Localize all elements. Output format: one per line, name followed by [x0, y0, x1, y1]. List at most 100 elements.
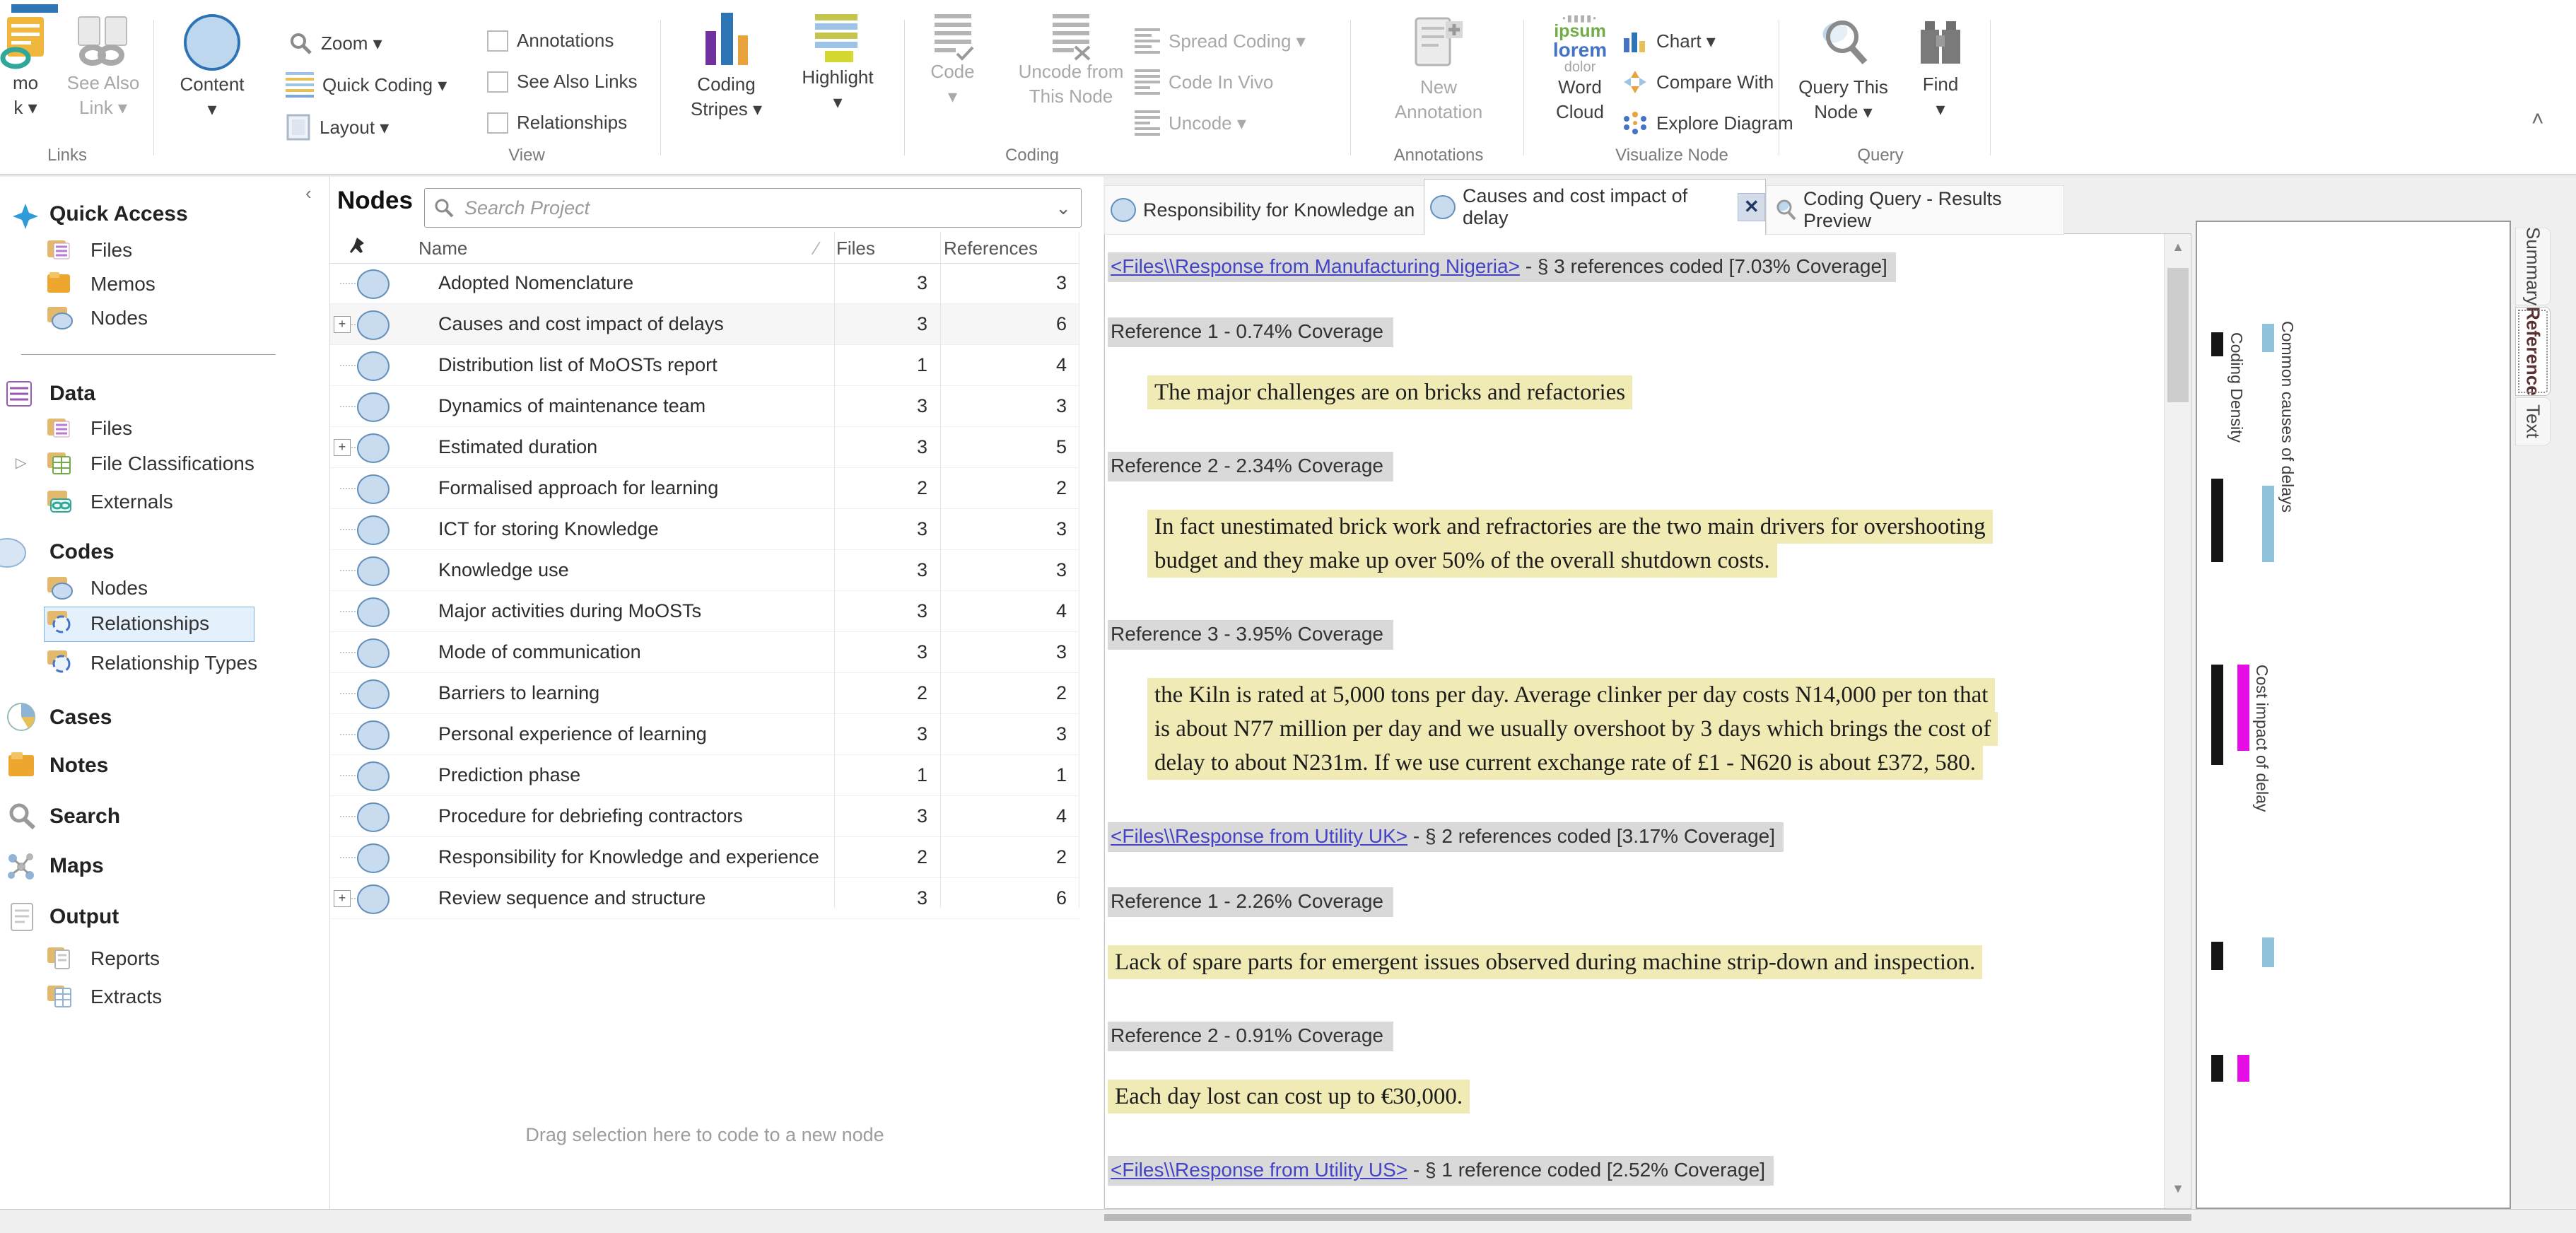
highlighted-quote-line[interactable]: Lack of spare parts for emergent issues … — [1108, 945, 1982, 979]
coding-stripe-common[interactable] — [2262, 324, 2274, 352]
tab-causes-and-cost-impact[interactable]: Causes and cost impact of delay ✕ — [1424, 179, 1766, 235]
sidebar-item-relationship-types[interactable]: Relationship Types — [90, 652, 257, 674]
node-row-6[interactable]: + Formalised approach for learning 2 2 — [330, 468, 1079, 509]
sidebar-collapse-button[interactable]: ‹ — [305, 182, 312, 204]
highlighted-quote-line[interactable]: In fact unestimated brick work and refra… — [1147, 510, 1993, 544]
collapse-ribbon-button[interactable]: ˄ — [2531, 107, 2544, 132]
node-row-16[interactable]: + Review sequence and structure 3 6 — [330, 878, 1079, 919]
coding-stripe-common[interactable] — [2262, 486, 2274, 562]
sidebar-item-reports[interactable]: Reports — [90, 947, 160, 970]
sidebar-item-codes-nodes[interactable]: Nodes — [90, 577, 148, 600]
compare-with-button[interactable]: Compare With — [1622, 69, 1774, 95]
highlighted-quote-line[interactable]: The major challenges are on bricks and r… — [1147, 375, 1632, 409]
coding-stripe-density[interactable] — [2211, 665, 2223, 765]
node-row-5[interactable]: + Estimated duration 3 5 — [330, 427, 1079, 468]
coding-stripe-density[interactable] — [2211, 479, 2223, 562]
explore-diagram-button[interactable]: Explore Diagram — [1622, 110, 1793, 136]
search-dropdown-chevron-icon[interactable]: ⌄ — [1055, 197, 1071, 219]
tab-coding-query-results[interactable]: Coding Query - Results Preview — [1766, 185, 2064, 235]
chart-menu[interactable]: Chart ▾ — [1622, 28, 1716, 54]
side-tab-text[interactable]: Text — [2515, 397, 2551, 445]
relationships-checkbox[interactable] — [487, 112, 508, 134]
layout-menu[interactable]: Layout ▾ — [286, 113, 389, 141]
highlighted-quote-line[interactable]: delay to about N231m. If we use current … — [1147, 746, 1983, 780]
scrollbar-thumb[interactable] — [2167, 268, 2189, 402]
file-header-link[interactable]: <Files\\Response from Manufacturing Nige… — [1111, 255, 1520, 277]
expand-plus-icon[interactable]: + — [334, 316, 351, 333]
sidebar-item-extracts[interactable]: Extracts — [90, 986, 162, 1008]
sidebar-item-relationships[interactable]: Relationships — [90, 612, 209, 635]
zoom-menu[interactable]: Zoom ▾ — [288, 31, 382, 55]
node-row-11[interactable]: + Barriers to learning 2 2 — [330, 673, 1079, 714]
node-row-10[interactable]: + Mode of communication 3 3 — [330, 632, 1079, 673]
expand-plus-icon[interactable]: + — [334, 439, 351, 456]
see-also-link-button[interactable]: See Also Link ▾ — [61, 14, 146, 119]
spread-coding-menu[interactable]: Spread Coding ▾ — [1135, 28, 1306, 54]
file-header-link[interactable]: <Files\\Response from Utility UK> — [1111, 825, 1407, 847]
node-row-15[interactable]: + Responsibility for Knowledge and exper… — [330, 837, 1079, 878]
node-row-9[interactable]: + Major activities during MoOSTs 3 4 — [330, 591, 1079, 632]
scroll-up-icon[interactable]: ▲ — [2165, 240, 2191, 255]
content-button[interactable]: Content ▾ — [173, 14, 251, 120]
uncode-from-this-node-button[interactable]: Uncode from This Node — [1014, 14, 1128, 107]
coding-stripe-cost[interactable] — [2237, 665, 2249, 751]
side-tab-reference[interactable]: Reference — [2515, 307, 2551, 396]
coding-stripe-density[interactable] — [2211, 942, 2223, 970]
node-row-13[interactable]: + Prediction phase 1 1 — [330, 755, 1079, 796]
node-row-7[interactable]: + ICT for storing Knowledge 3 3 — [330, 509, 1079, 550]
close-tab-icon[interactable]: ✕ — [1738, 193, 1765, 221]
highlighted-quote-line[interactable]: is about N77 million per day and we usua… — [1147, 712, 1998, 746]
memo-link-button[interactable]: mo k ▾ — [0, 14, 61, 119]
sidebar-section-notes[interactable]: Notes — [49, 754, 108, 778]
file-header-link[interactable]: <Files\\Response from Utility US> — [1111, 1159, 1407, 1181]
new-annotation-button[interactable]: New Annotation — [1396, 14, 1481, 123]
column-header-name[interactable]: Name — [418, 238, 467, 259]
node-row-2[interactable]: + Causes and cost impact of delays 3 6 — [330, 304, 1079, 345]
nodes-column-header[interactable]: Name ∕ Files References — [330, 232, 1079, 264]
query-this-node-button[interactable]: Query This Node ▾ — [1799, 14, 1887, 123]
quick-coding-menu[interactable]: Quick Coding ▾ — [286, 72, 447, 98]
node-row-4[interactable]: + Dynamics of maintenance team 3 3 — [330, 386, 1079, 427]
annotations-checkbox[interactable] — [487, 30, 508, 52]
coding-query-document[interactable]: <Files\\Response from Manufacturing Nige… — [1104, 233, 2191, 1209]
word-cloud-button[interactable]: •▮▮▮▮• ipsum lorem dolor Word Cloud — [1545, 14, 1615, 123]
see-also-links-checkbox[interactable] — [487, 71, 508, 93]
sidebar-item-file-classifications[interactable]: File Classifications — [90, 452, 254, 475]
highlighted-quote-line[interactable]: budget and they make up over 50% of the … — [1147, 544, 1777, 578]
coding-stripe-common[interactable] — [2262, 937, 2274, 967]
sidebar-section-output[interactable]: Output — [49, 905, 119, 929]
coding-stripe-cost[interactable] — [2237, 1055, 2249, 1082]
coding-stripe-density[interactable] — [2211, 1055, 2223, 1082]
sidebar-item-quick-memos[interactable]: Memos — [90, 273, 156, 296]
code-in-vivo-button[interactable]: Code In Vivo — [1135, 69, 1273, 95]
scroll-down-icon[interactable]: ▼ — [2165, 1181, 2191, 1196]
highlighted-quote-line[interactable]: the Kiln is rated at 5,000 tons per day.… — [1147, 678, 1995, 712]
tab-responsibility-for-knowledge[interactable]: Responsibility for Knowledge an — [1104, 185, 1425, 235]
sidebar-section-maps[interactable]: Maps — [49, 854, 104, 878]
find-button[interactable]: Find ▾ — [1909, 14, 1972, 120]
highlight-button[interactable]: Highlight ▾ — [802, 14, 873, 113]
search-input[interactable]: Search Project ⌄ — [424, 188, 1082, 228]
sidebar-section-quick-access[interactable]: Quick Access — [49, 202, 188, 226]
highlighted-quote-line[interactable]: Each day lost can cost up to €30,000. — [1108, 1080, 1470, 1114]
document-scrollbar[interactable]: ▲ ▼ — [2164, 234, 2191, 1208]
column-header-references[interactable]: References — [944, 238, 1038, 259]
sidebar-item-data-files[interactable]: Files — [90, 417, 132, 440]
code-button[interactable]: Code ▾ — [923, 14, 983, 107]
uncode-menu[interactable]: Uncode ▾ — [1135, 110, 1246, 136]
file-classifications-expander-icon[interactable]: ▷ — [16, 454, 26, 472]
column-header-files[interactable]: Files — [836, 238, 875, 259]
sidebar-section-cases[interactable]: Cases — [49, 706, 112, 730]
sidebar-item-externals[interactable]: Externals — [90, 491, 173, 513]
sidebar-item-quick-files[interactable]: Files — [90, 239, 132, 262]
node-row-14[interactable]: + Procedure for debriefing contractors 3… — [330, 796, 1079, 837]
side-tab-summary[interactable]: Summary — [2515, 228, 2551, 305]
sidebar-section-codes[interactable]: Codes — [49, 540, 115, 564]
sidebar-section-search[interactable]: Search — [49, 805, 120, 829]
coding-stripe-density[interactable] — [2211, 332, 2223, 356]
sidebar-item-quick-nodes[interactable]: Nodes — [90, 307, 148, 329]
node-row-1[interactable]: + Adopted Nomenclature 3 3 — [330, 263, 1079, 304]
node-row-3[interactable]: + Distribution list of MoOSTs report 1 4 — [330, 345, 1079, 386]
coding-stripes-button[interactable]: Coding Stripes ▾ — [689, 14, 763, 120]
expand-plus-icon[interactable]: + — [334, 890, 351, 907]
